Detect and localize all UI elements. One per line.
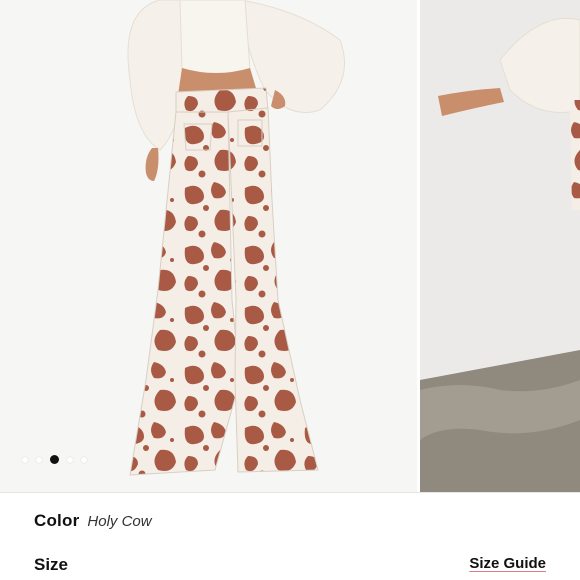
model-wearing-cow-print-flares [127, 0, 345, 476]
carousel-dot-active[interactable] [50, 455, 59, 464]
color-value: Holy Cow [87, 513, 152, 530]
carousel-dot[interactable] [81, 456, 87, 463]
color-option: Color Holy Cow [34, 511, 152, 531]
carousel-pagination [22, 455, 87, 464]
model-side-view-photo [420, 0, 580, 492]
section-divider [0, 492, 580, 493]
product-image-carousel[interactable] [0, 0, 580, 492]
size-guide-link[interactable]: Size Guide [469, 555, 546, 572]
carousel-dot[interactable] [22, 456, 28, 463]
carousel-dot[interactable] [36, 456, 42, 463]
color-label: Color [34, 511, 80, 530]
product-photo-next[interactable] [420, 0, 580, 492]
size-label: Size [34, 555, 69, 574]
carousel-dot[interactable] [67, 456, 73, 463]
product-photo-main[interactable] [0, 0, 417, 492]
